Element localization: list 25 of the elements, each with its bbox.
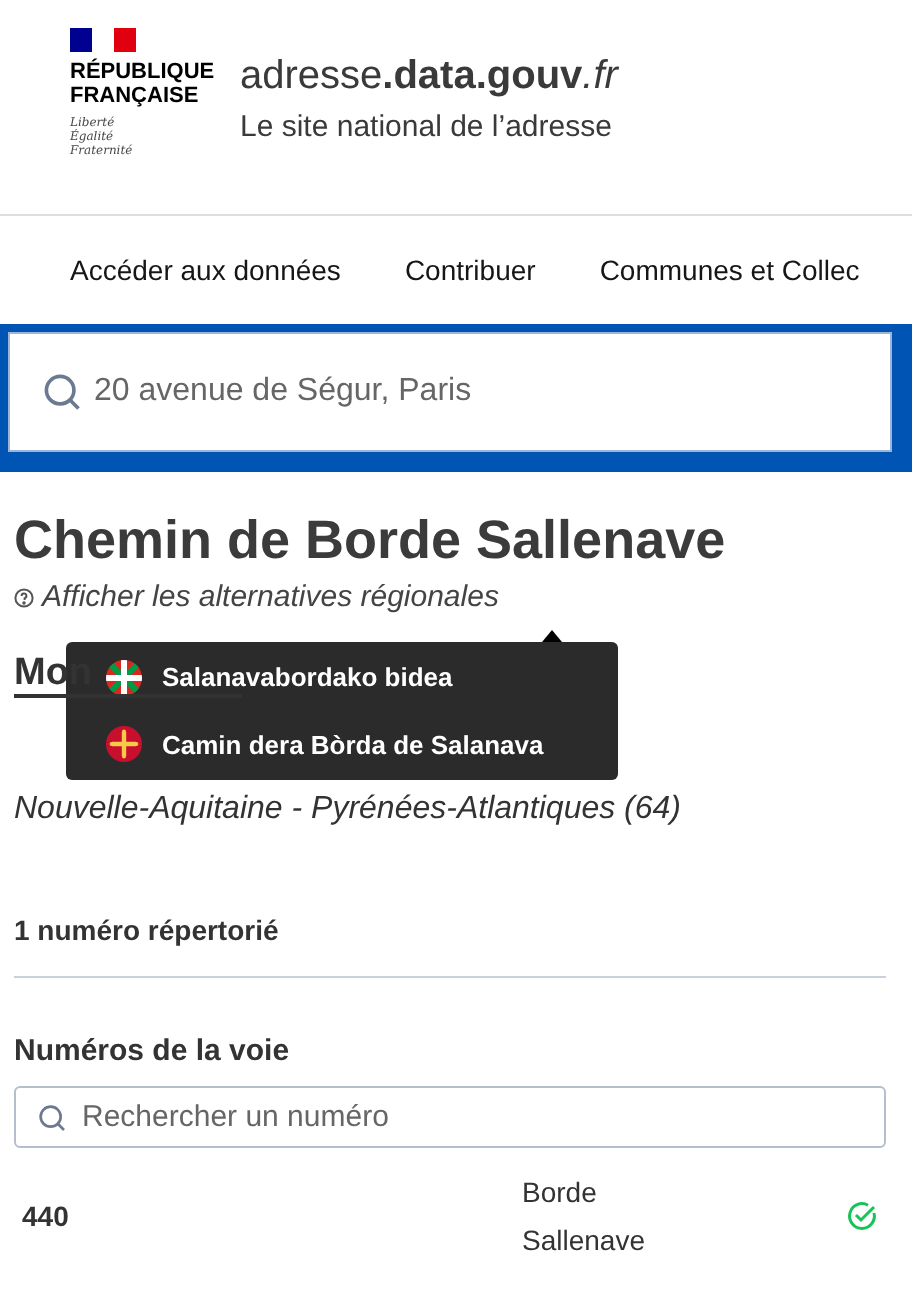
- basque-flag-icon: [106, 659, 142, 696]
- street-name: Borde Sallenave: [522, 1174, 647, 1260]
- house-number[interactable]: 440: [14, 1195, 522, 1237]
- occitan-cross-icon: [106, 726, 142, 763]
- regional-name: Salanavabordako bidea: [162, 660, 453, 696]
- nav-link[interactable]: Accéder aux données: [70, 249, 341, 291]
- search-icon: [40, 370, 84, 414]
- nav-link[interactable]: Contribuer: [404, 249, 536, 291]
- count-text: 1 numéro répertorié: [14, 911, 281, 950]
- alternatives-link[interactable]: Afficher les alternatives régionales: [42, 576, 499, 621]
- help-icon: [14, 588, 34, 609]
- logo-text: FRANÇAISE: [70, 84, 201, 108]
- numbers-title: Numéros de la voie: [14, 1031, 292, 1071]
- site-tagline: Le site national de l’adresse: [240, 108, 614, 148]
- tooltip-arrow-icon: [542, 630, 562, 642]
- number-search-field[interactable]: Rechercher un numéro: [14, 1086, 886, 1148]
- logo-text: RÉPUBLIQUE: [70, 60, 217, 84]
- search-icon: [36, 1102, 68, 1134]
- flag-icon: [70, 28, 136, 52]
- region-text: Nouvelle-Aquitaine - Pyrénées-Atlantiques (64): [14, 789, 684, 829]
- regional-name: Camin dera Bòrda de Salanava: [162, 727, 544, 763]
- search-field[interactable]: 20 avenue de Ségur, Paris: [8, 332, 892, 452]
- street-title: Chemin de Borde Sallenave: [14, 508, 728, 572]
- nav-link[interactable]: Communes et Collec: [599, 249, 860, 291]
- site-name[interactable]: adresse.data.gouv.fr: [240, 50, 618, 102]
